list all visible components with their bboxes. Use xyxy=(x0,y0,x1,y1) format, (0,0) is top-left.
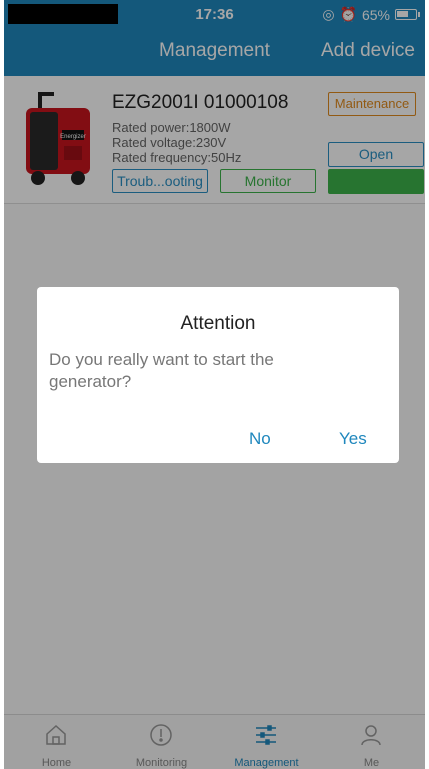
dialog-message: Do you really want to start the generato… xyxy=(49,350,274,391)
app-screen: 17:36 ◎ ⏰ 65% Management Add device Ener… xyxy=(4,0,425,769)
dialog-title: Attention xyxy=(180,313,256,334)
yes-button[interactable]: Yes xyxy=(339,429,367,449)
confirm-dialog: Attention Do you really want to start th… xyxy=(37,287,399,463)
no-button[interactable]: No xyxy=(249,429,271,449)
